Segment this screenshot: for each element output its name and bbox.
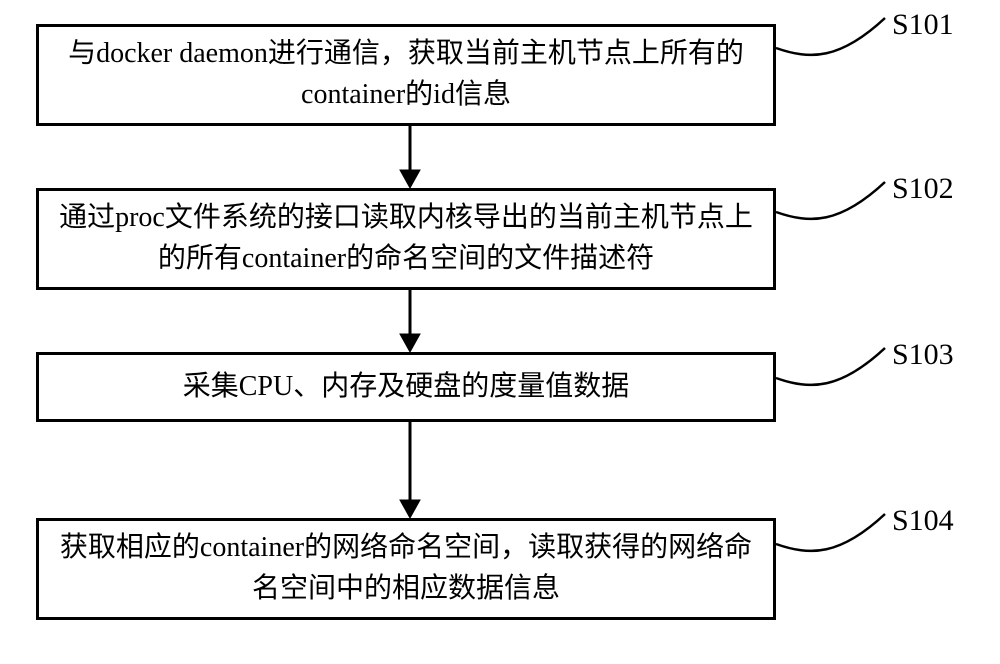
leader-line-s102	[770, 164, 910, 244]
flow-step-s104: 获取相应的container的网络命名空间，读取获得的网络命名空间中的相应数据信…	[36, 518, 776, 620]
step-label-s102: S102	[892, 172, 954, 206]
step-label-s103: S103	[892, 338, 954, 372]
step-label-s104: S104	[892, 504, 954, 538]
flow-step-s101: 与docker daemon进行通信，获取当前主机节点上所有的container…	[36, 24, 776, 126]
step-label-s101: S101	[892, 8, 954, 42]
flow-step-text: 与docker daemon进行通信，获取当前主机节点上所有的container…	[59, 34, 753, 115]
leader-line-s103	[770, 330, 910, 410]
leader-line-s104	[770, 496, 910, 576]
flow-step-text: 通过proc文件系统的接口读取内核导出的当前主机节点上的所有container的…	[59, 198, 753, 279]
flow-step-text: 采集CPU、内存及硬盘的度量值数据	[183, 367, 629, 408]
flow-step-s102: 通过proc文件系统的接口读取内核导出的当前主机节点上的所有container的…	[36, 188, 776, 290]
flow-step-text: 获取相应的container的网络命名空间，读取获得的网络命名空间中的相应数据信…	[59, 528, 753, 609]
arrow-s101-s102	[380, 126, 440, 192]
flowchart-canvas: 与docker daemon进行通信，获取当前主机节点上所有的container…	[0, 0, 1000, 664]
arrow-s102-s103	[380, 290, 440, 356]
leader-line-s101	[770, 0, 910, 80]
flow-step-s103: 采集CPU、内存及硬盘的度量值数据	[36, 352, 776, 422]
arrow-s103-s104	[380, 422, 440, 522]
